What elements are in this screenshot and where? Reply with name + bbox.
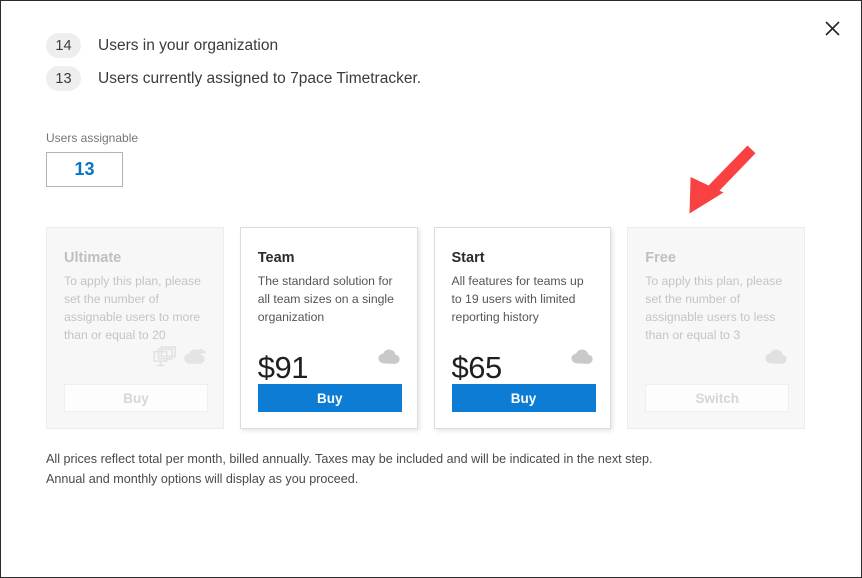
cloud-icon: [764, 346, 790, 371]
close-button[interactable]: [811, 11, 853, 45]
plan-action-button[interactable]: Switch: [645, 384, 790, 412]
plan-price: $91: [257, 350, 309, 385]
summary-row: 14 Users in your organization: [46, 29, 421, 62]
users-assigned-label: Users currently assigned to 7pace Timetr…: [98, 69, 422, 87]
users-assigned-count: 13: [46, 66, 81, 91]
plan-price: $65: [451, 350, 503, 385]
plan-action-button[interactable]: Buy: [257, 384, 402, 412]
plan-card-start[interactable]: Start All features for teams up to 19 us…: [433, 227, 612, 429]
plan-selection-dialog: 14 Users in your organization 13 Users c…: [0, 0, 862, 578]
plan-description: To apply this plan, please set the numbe…: [64, 274, 201, 343]
organization-summary: 14 Users in your organization 13 Users c…: [46, 29, 421, 95]
users-assignable-label: Users assignable: [46, 131, 139, 145]
plan-card-list: Ultimate To apply this plan, please set …: [46, 227, 805, 429]
disclaimer-line-2: Annual and monthly options will display …: [46, 472, 359, 486]
red-arrow-icon: [677, 135, 773, 231]
plan-icons: [153, 346, 209, 373]
multi-cloud-icon: [183, 346, 209, 373]
users-in-org-count: 14: [46, 33, 81, 58]
plan-action-button[interactable]: Buy: [64, 384, 208, 412]
users-assignable-field: Users assignable: [46, 131, 138, 187]
users-assignable-input[interactable]: [46, 152, 123, 187]
cloud-icon: [570, 346, 596, 371]
summary-row: 13 Users currently assigned to 7pace Tim…: [46, 62, 421, 95]
plan-card-ultimate[interactable]: Ultimate To apply this plan, please set …: [46, 227, 224, 429]
plan-name: Start: [451, 250, 485, 266]
pricing-disclaimer: All prices reflect total per month, bill…: [46, 449, 652, 489]
plan-card-team[interactable]: Team The standard solution for all team …: [239, 227, 418, 429]
plan-name: Team: [257, 250, 295, 266]
plan-description: To apply this plan, please set the numbe…: [645, 274, 783, 343]
plan-icons: [570, 346, 596, 371]
plan-description: The standard solution for all team sizes…: [257, 274, 394, 325]
close-icon: [824, 20, 840, 36]
plan-icons: [377, 346, 403, 371]
cloud-icon: [377, 346, 403, 371]
disclaimer-line-1: All prices reflect total per month, bill…: [46, 452, 653, 466]
plan-name: Ultimate: [64, 250, 122, 266]
on-premise-servers-icon: [153, 346, 177, 373]
plan-description: All features for teams up to 19 users wi…: [451, 274, 584, 325]
plan-name: Free: [645, 250, 676, 266]
plan-action-button[interactable]: Buy: [451, 384, 596, 412]
users-in-org-label: Users in your organization: [98, 36, 279, 54]
plan-icons: [764, 346, 790, 371]
plan-card-free[interactable]: Free To apply this plan, please set the …: [627, 227, 805, 429]
